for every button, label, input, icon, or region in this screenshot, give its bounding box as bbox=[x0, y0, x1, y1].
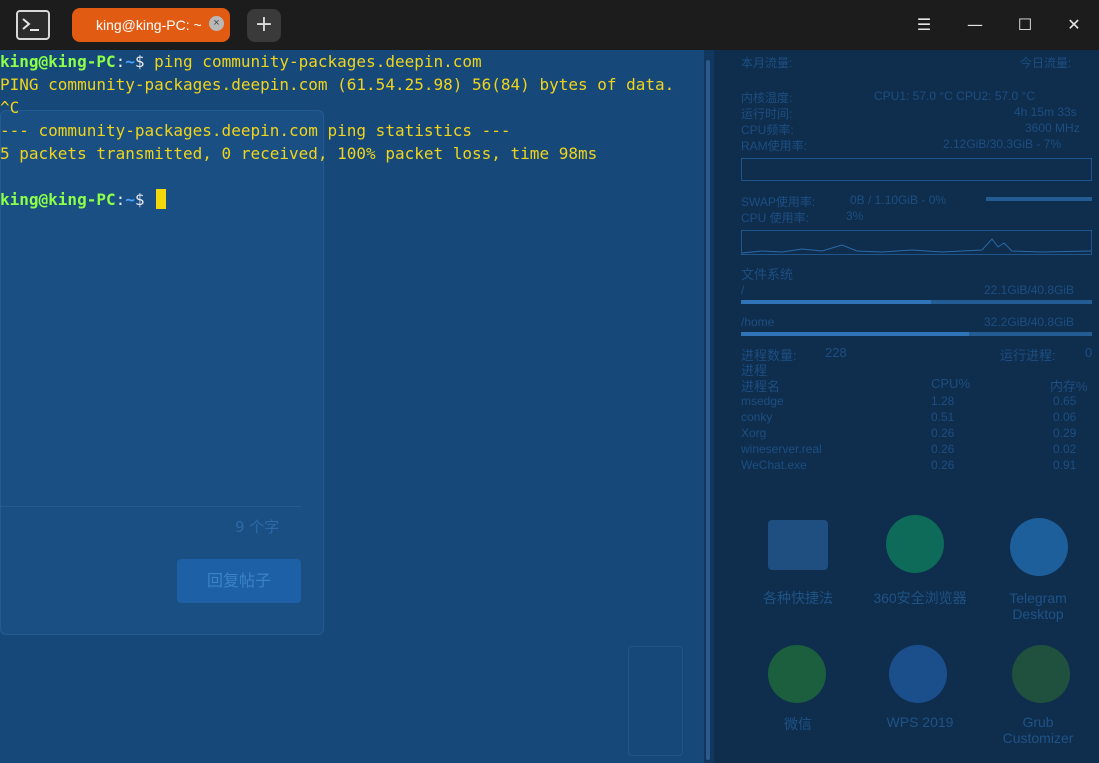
conky-proc-header-cpu: CPU% bbox=[931, 376, 971, 391]
conky-fs-root-usage: 22.1GiB/40.8GiB bbox=[984, 283, 1075, 297]
desktop-icon-label[interactable]: 360安全浏览器 bbox=[870, 588, 970, 608]
desktop-icon-label[interactable]: 各种快捷法 bbox=[748, 588, 848, 608]
conky-process-cpu: 0.26 bbox=[931, 442, 955, 456]
conky-process-name: wineserver.real bbox=[741, 442, 822, 456]
output-text: 5 packets transmitted, 0 received, 100% … bbox=[0, 144, 598, 163]
conky-proc-header-name: 进程名 bbox=[741, 379, 781, 394]
prompt-path: ~ bbox=[125, 52, 135, 71]
prompt-path: ~ bbox=[125, 190, 135, 209]
terminal-output: king@king-PC:~$ ping community-packages.… bbox=[0, 50, 674, 211]
desktop-icon-label[interactable]: WPS 2019 bbox=[870, 714, 970, 730]
desktop-icon-1-icon[interactable] bbox=[768, 520, 828, 570]
output-text: PING community-packages.deepin.com (61.5… bbox=[0, 75, 675, 94]
terminal-area[interactable]: 9 个字 回复帖子 king@king-PC:~$ ping community… bbox=[0, 50, 714, 763]
conky-fs-root: / bbox=[741, 283, 745, 297]
conky-process-cpu: 0.51 bbox=[931, 410, 955, 424]
terminal-scrollbar[interactable] bbox=[704, 50, 714, 763]
conky-proc-header-mem: 内存% bbox=[1050, 379, 1088, 394]
conky-swap: 0B / 1.10GiB - 0% bbox=[850, 193, 947, 207]
terminal-tab[interactable]: king@king-PC: ~ × bbox=[72, 8, 230, 42]
conky-kernel-temp: 内核温度: bbox=[741, 91, 793, 105]
conky-process-cpu: 0.26 bbox=[931, 426, 955, 440]
desktop-icon-2-icon[interactable] bbox=[886, 515, 944, 573]
prompt-user: king@king-PC bbox=[0, 52, 116, 71]
desktop-icon-label[interactable]: Telegram Desktop bbox=[988, 590, 1088, 622]
prompt-user: king@king-PC bbox=[0, 190, 116, 209]
conky-today-traffic: 今日流量: bbox=[1020, 56, 1072, 70]
conky-fs-home-bar bbox=[741, 332, 1092, 336]
conky-cpu-usage-label: CPU 使用率: bbox=[741, 211, 810, 225]
window-titlebar: king@king-PC: ~ × + ☰ — ☐ ✕ bbox=[0, 0, 1099, 50]
conky-cpu-temps: CPU1: 57.0 °C CPU2: 57.0 °C bbox=[874, 89, 1035, 103]
terminal-output-line: ^C bbox=[0, 96, 674, 119]
terminal-app-icon[interactable] bbox=[16, 10, 50, 40]
conky-cpu-graph bbox=[741, 230, 1092, 255]
terminal-output-line: --- community-packages.deepin.com ping s… bbox=[0, 119, 674, 142]
conky-cpu-usage: 3% bbox=[846, 209, 864, 223]
conky-process-mem: 0.02 bbox=[1053, 442, 1077, 456]
terminal-output-line: 5 packets transmitted, 0 received, 100% … bbox=[0, 142, 674, 165]
conky-process-cpu: 1.28 bbox=[931, 394, 955, 408]
conky-ram-graph bbox=[741, 158, 1092, 181]
prompt-symbol: $ bbox=[134, 190, 155, 209]
background-reply-button: 回复帖子 bbox=[177, 559, 301, 603]
terminal-prompt-line: king@king-PC:~$ ping community-packages.… bbox=[0, 50, 674, 73]
conky-process-name: msedge bbox=[741, 394, 784, 408]
tab-title: king@king-PC: ~ bbox=[96, 17, 202, 33]
prompt-command: ping community-packages.deepin.com bbox=[154, 52, 482, 71]
conky-process-name: WeChat.exe bbox=[741, 458, 807, 472]
conky-process-mem: 0.29 bbox=[1053, 426, 1077, 440]
conky-cpu-freq: 3600 MHz bbox=[1025, 121, 1080, 135]
conky-fs-root-bar bbox=[741, 300, 1092, 304]
conky-swap-label: SWAP使用率: bbox=[741, 195, 816, 209]
prompt-symbol: $ bbox=[134, 52, 155, 71]
terminal-cursor bbox=[156, 189, 167, 209]
conky-fs-home-usage: 32.2GiB/40.8GiB bbox=[984, 315, 1075, 329]
conky-uptime-label: 运行时间: bbox=[741, 107, 793, 121]
background-char-count: 9 个字 bbox=[235, 518, 280, 536]
maximize-button[interactable]: ☐ bbox=[1010, 10, 1040, 40]
conky-process-mem: 0.91 bbox=[1053, 458, 1077, 472]
terminal-output-line: PING community-packages.deepin.com (61.5… bbox=[0, 73, 674, 96]
background-edit-toolbar bbox=[628, 646, 683, 756]
scrollbar-thumb[interactable] bbox=[706, 60, 710, 760]
conky-fs-home: /home bbox=[741, 315, 775, 329]
conky-proc-count: 228 bbox=[825, 345, 847, 360]
conky-process-cpu: 0.26 bbox=[931, 458, 955, 472]
desktop-icon-3-icon[interactable] bbox=[1010, 518, 1068, 576]
conky-running-label: 运行进程: bbox=[1000, 348, 1056, 363]
add-tab-button[interactable]: + bbox=[247, 9, 281, 42]
conky-process-name: conky bbox=[741, 410, 773, 424]
conky-swap-bar bbox=[986, 197, 1092, 201]
desktop-icon-label[interactable]: 微信 bbox=[748, 714, 848, 734]
conky-ram-label: RAM使用率: bbox=[741, 139, 808, 153]
prompt-separator: : bbox=[115, 190, 126, 209]
output-text: ^C bbox=[0, 98, 20, 117]
minimize-button[interactable]: — bbox=[960, 10, 990, 40]
conky-process-mem: 0.65 bbox=[1053, 394, 1077, 408]
prompt-separator: : bbox=[115, 52, 126, 71]
conky-fs-title: 文件系统 bbox=[741, 267, 794, 282]
conky-process-name: Xorg bbox=[741, 426, 767, 440]
desktop-icon-4-icon[interactable] bbox=[768, 645, 826, 703]
conky-process-mem: 0.06 bbox=[1053, 410, 1077, 424]
output-text: --- community-packages.deepin.com ping s… bbox=[0, 121, 511, 140]
conky-uptime: 4h 15m 33s bbox=[1014, 105, 1077, 119]
tab-close-icon[interactable]: × bbox=[209, 16, 224, 31]
terminal-prompt-line: king@king-PC:~$ bbox=[0, 188, 674, 211]
desktop-icon-6-icon[interactable] bbox=[1012, 645, 1070, 703]
desktop-icon-5-icon[interactable] bbox=[889, 645, 947, 703]
close-button[interactable]: ✕ bbox=[1059, 10, 1089, 40]
conky-running: 0 bbox=[1085, 345, 1093, 360]
conky-month-traffic: 本月流量: bbox=[741, 56, 793, 70]
menu-icon[interactable]: ☰ bbox=[909, 10, 939, 40]
desktop-icon-label[interactable]: Grub Customizer bbox=[988, 714, 1088, 746]
conky-cpu-freq-label: CPU频率: bbox=[741, 123, 794, 137]
conky-ram: 2.12GiB/30.3GiB - 7% bbox=[943, 137, 1062, 151]
